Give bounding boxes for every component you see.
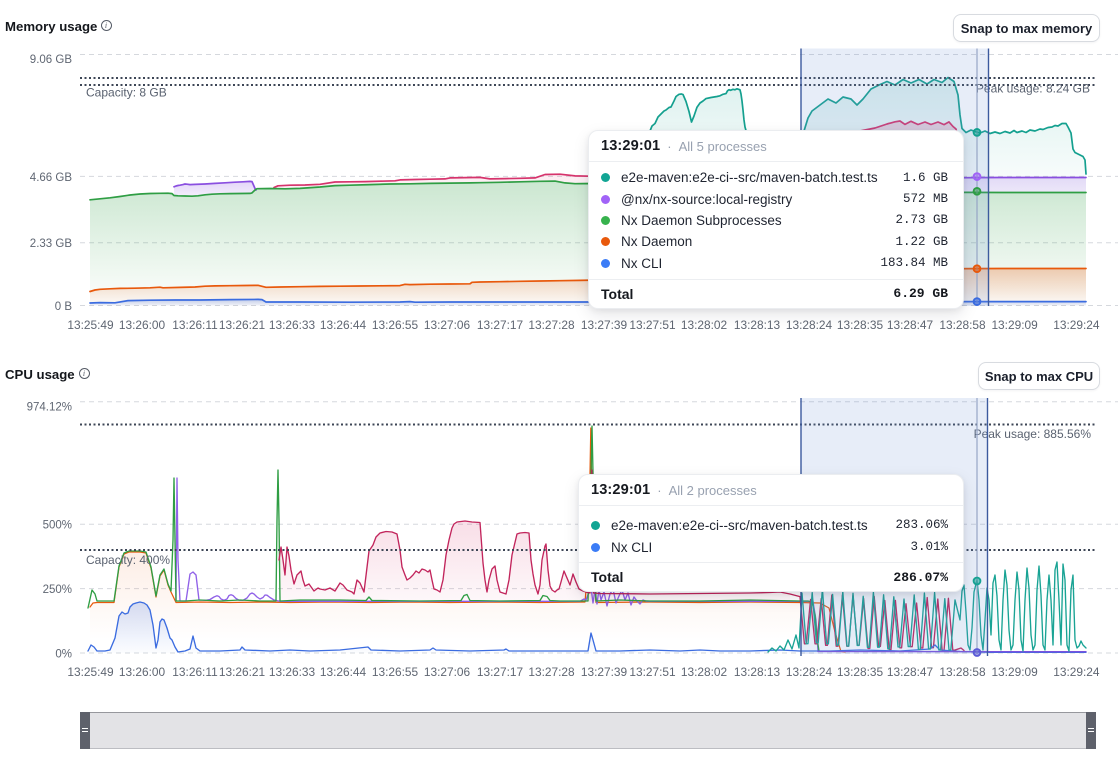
svg-text:13:28:58: 13:28:58 — [939, 665, 986, 679]
svg-text:13:27:28: 13:27:28 — [528, 665, 575, 679]
svg-text:13:29:24: 13:29:24 — [1053, 665, 1100, 679]
svg-text:13:25:49: 13:25:49 — [67, 318, 114, 332]
svg-text:13:26:11: 13:26:11 — [172, 318, 218, 332]
svg-text:13:29:09: 13:29:09 — [991, 665, 1038, 679]
svg-text:13:29:09: 13:29:09 — [991, 318, 1038, 332]
svg-text:13:28:47: 13:28:47 — [887, 665, 934, 679]
svg-text:13:26:00: 13:26:00 — [119, 318, 166, 332]
svg-text:13:28:58: 13:28:58 — [939, 318, 986, 332]
svg-text:500%: 500% — [43, 520, 72, 532]
svg-text:13:28:35: 13:28:35 — [837, 318, 884, 332]
svg-text:13:29:24: 13:29:24 — [1053, 318, 1100, 332]
svg-text:13:28:35: 13:28:35 — [837, 665, 884, 679]
svg-text:13:27:28: 13:27:28 — [528, 318, 575, 332]
svg-text:13:28:24: 13:28:24 — [786, 665, 833, 679]
svg-text:2.33 GB: 2.33 GB — [30, 238, 73, 250]
svg-text:13:27:39: 13:27:39 — [581, 665, 628, 679]
svg-text:0%: 0% — [55, 649, 72, 661]
svg-text:Capacity: 400%: Capacity: 400% — [86, 553, 170, 567]
svg-text:13:25:49: 13:25:49 — [67, 665, 114, 679]
svg-text:13:28:13: 13:28:13 — [734, 318, 781, 332]
svg-text:Peak usage: 8.24 GB: Peak usage: 8.24 GB — [976, 82, 1090, 96]
svg-text:974.12%: 974.12% — [27, 401, 72, 413]
svg-text:250%: 250% — [43, 584, 72, 596]
svg-text:Capacity: 8 GB: Capacity: 8 GB — [86, 86, 167, 100]
svg-text:0 B: 0 B — [55, 301, 73, 313]
svg-text:13:28:13: 13:28:13 — [734, 665, 781, 679]
svg-text:4.66 GB: 4.66 GB — [30, 172, 73, 184]
svg-text:13:26:33: 13:26:33 — [269, 318, 316, 332]
svg-text:13:26:33: 13:26:33 — [269, 665, 316, 679]
svg-text:13:26:00: 13:26:00 — [119, 665, 166, 679]
svg-text:13:27:17: 13:27:17 — [477, 665, 524, 679]
svg-text:13:26:55: 13:26:55 — [372, 665, 419, 679]
svg-text:9.06 GB: 9.06 GB — [30, 54, 73, 66]
svg-text:13:28:02: 13:28:02 — [681, 318, 728, 332]
svg-text:13:28:24: 13:28:24 — [786, 318, 833, 332]
svg-text:13:27:39: 13:27:39 — [581, 318, 628, 332]
svg-text:Peak usage: 885.56%: Peak usage: 885.56% — [974, 427, 1092, 441]
svg-text:13:26:21: 13:26:21 — [219, 665, 266, 679]
svg-text:13:26:11: 13:26:11 — [172, 665, 218, 679]
svg-text:13:27:06: 13:27:06 — [424, 665, 471, 679]
svg-text:13:28:47: 13:28:47 — [887, 318, 934, 332]
svg-text:13:26:44: 13:26:44 — [320, 318, 367, 332]
svg-text:13:26:44: 13:26:44 — [320, 665, 367, 679]
svg-text:13:28:02: 13:28:02 — [681, 665, 728, 679]
svg-text:13:27:06: 13:27:06 — [424, 318, 471, 332]
svg-text:13:26:21: 13:26:21 — [219, 318, 266, 332]
svg-text:13:27:17: 13:27:17 — [477, 318, 524, 332]
svg-text:13:27:51: 13:27:51 — [629, 665, 676, 679]
svg-text:13:27:51: 13:27:51 — [629, 318, 676, 332]
svg-text:13:26:55: 13:26:55 — [372, 318, 419, 332]
